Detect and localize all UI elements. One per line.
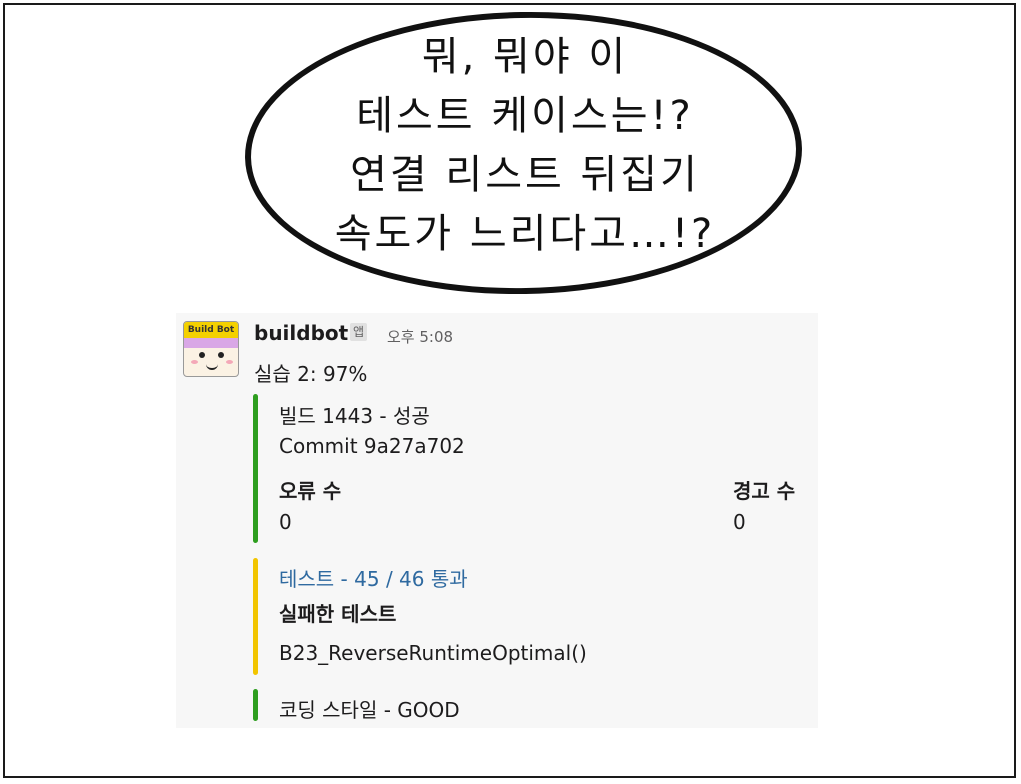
attachment-bar-tests xyxy=(253,558,258,675)
avatar[interactable]: Build Bot xyxy=(183,321,239,377)
timestamp[interactable]: 오후 5:08 xyxy=(387,326,453,347)
avatar-eye-left xyxy=(199,352,205,358)
avatar-hair xyxy=(184,338,238,348)
app-tag: 앱 xyxy=(350,323,368,341)
errors-value: 0 xyxy=(279,510,292,534)
bubble-line-2: 테스트 케이스는!? xyxy=(356,93,694,139)
coding-style-text: 코딩 스타일 - GOOD xyxy=(279,698,460,722)
warnings-value: 0 xyxy=(733,510,746,534)
bubble-line-4: 속도가 느리다고…!? xyxy=(334,211,716,257)
avatar-blush-right xyxy=(226,360,233,364)
attachment-bar-style xyxy=(253,689,258,721)
bubble-line-1: 뭐, 뭐야 이 xyxy=(421,34,629,80)
attachment-bar-build xyxy=(253,394,258,543)
errors-label: 오류 수 xyxy=(279,479,342,503)
commit-text: Commit 9a27a702 xyxy=(279,434,465,458)
avatar-blush-left xyxy=(191,360,198,364)
avatar-eye-right xyxy=(218,352,224,358)
failed-tests-label: 실패한 테스트 xyxy=(279,602,397,626)
avatar-mouth xyxy=(206,362,218,370)
speech-bubble-text: 뭐, 뭐야 이 테스트 케이스는!? 연결 리스트 뒤집기 속도가 느리다고…!… xyxy=(320,28,730,264)
tests-title-link[interactable]: 테스트 - 45 / 46 통과 xyxy=(279,563,468,592)
message-text: 실습 2: 97% xyxy=(254,362,368,386)
bubble-line-3: 연결 리스트 뒤집기 xyxy=(350,152,700,198)
failed-test-name: B23_ReverseRuntimeOptimal() xyxy=(279,641,587,665)
username[interactable]: buildbot xyxy=(254,321,348,345)
warnings-label: 경고 수 xyxy=(733,479,796,503)
build-title: 빌드 1443 - 성공 xyxy=(279,404,430,428)
avatar-label: Build Bot xyxy=(184,322,238,338)
